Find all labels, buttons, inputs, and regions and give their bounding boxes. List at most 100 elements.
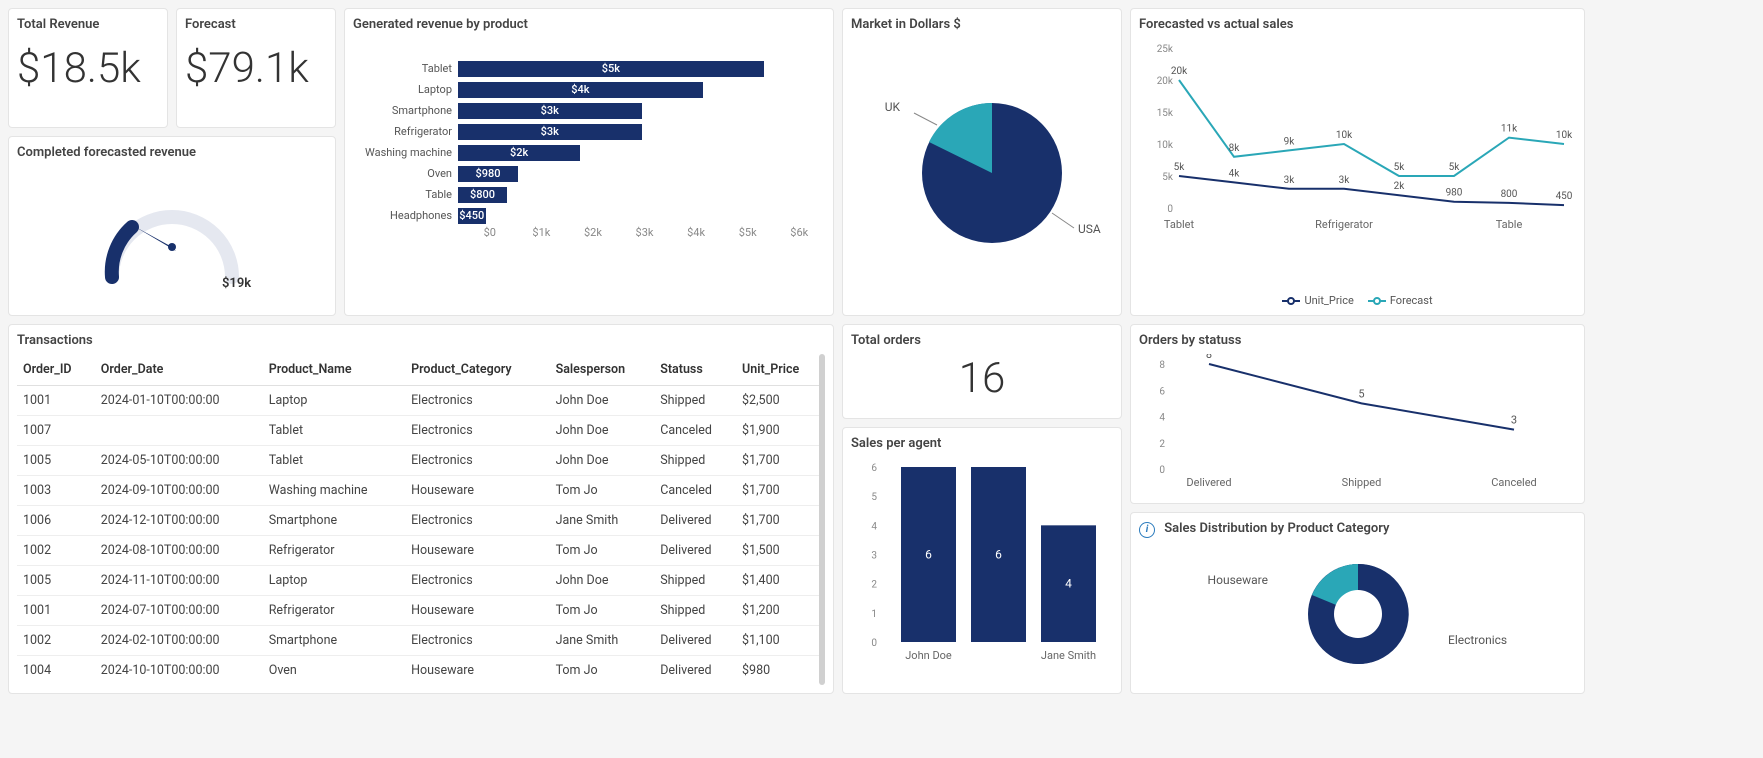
svg-text:1: 1 [871,609,877,620]
table-row[interactable]: 10062024-12-10T00:00:00SmartphoneElectro… [17,506,825,536]
svg-text:5: 5 [871,492,877,503]
svg-text:3: 3 [1511,414,1517,427]
svg-text:0: 0 [871,638,877,649]
kpi-forecast-card: Forecast $79.1k [176,8,336,128]
card-title: Forecasted vs actual sales [1139,17,1576,32]
svg-text:Houseware: Houseware [1207,573,1267,587]
column-header[interactable]: Product_Category [405,354,550,386]
bar-row: Refrigerator$3k [353,121,825,142]
bar-row: Smartphone$3k [353,100,825,121]
svg-text:10k: 10k [1336,130,1353,141]
orders-by-status-card: Orders by statuss 02468853DeliveredShipp… [1130,324,1585,504]
svg-text:20k: 20k [1171,66,1188,77]
donut-chart: Houseware Electronics [1148,544,1568,684]
card-title: Orders by statuss [1139,333,1576,348]
svg-text:9k: 9k [1284,136,1296,147]
svg-text:11k: 11k [1501,124,1518,135]
table-row[interactable]: 10052024-05-10T00:00:00TabletElectronics… [17,446,825,476]
forecast-vs-actual-card: Forecasted vs actual sales 05k10k15k20k2… [1130,8,1585,316]
table-header-row: Order_IDOrder_DateProduct_NameProduct_Ca… [17,354,825,386]
svg-text:UK: UK [885,100,901,114]
svg-text:5k: 5k [1174,162,1186,173]
column-header[interactable]: Product_Name [263,354,405,386]
svg-text:4: 4 [1159,413,1165,424]
svg-text:6: 6 [871,463,877,474]
sales-per-agent-card: Sales per agent 0123456664John DoeJane S… [842,427,1122,694]
svg-text:5k: 5k [1449,162,1461,173]
svg-text:Table: Table [1496,218,1523,231]
bar-row: Laptop$4k [353,79,825,100]
orders-status-chart: 02468853DeliveredShippedCanceled [1139,354,1576,498]
transactions-scroll[interactable]: Order_IDOrder_DateProduct_NameProduct_Ca… [17,354,825,685]
column-header[interactable]: Statuss [654,354,736,386]
sales-agent-chart: 0123456664John DoeJane Smith [851,457,1113,685]
table-row[interactable]: 10022024-02-10T00:00:00SmartphoneElectro… [17,626,825,656]
svg-text:Shipped: Shipped [1342,476,1382,489]
table-row[interactable]: 10042024-10-10T00:00:00OvenHousewareTom … [17,656,825,686]
svg-text:20k: 20k [1157,76,1174,87]
total-orders-card: Total orders 16 [842,324,1122,419]
total-orders-value: 16 [851,354,1113,403]
svg-text:800: 800 [1501,189,1518,200]
bar-row: Oven$980 [353,163,825,184]
kpi-title: Forecast [185,17,327,32]
svg-text:4: 4 [1065,577,1072,591]
forecast-line-chart: 05k10k15k20k25k5k4k3k3k2k98080045020k8k9… [1139,38,1576,290]
svg-text:2: 2 [871,580,877,591]
column-header[interactable]: Order_ID [17,354,95,386]
kpi-title: Total Revenue [17,17,159,32]
card-title: Completed forecasted revenue [17,145,327,160]
svg-text:John Doe: John Doe [905,649,952,662]
svg-text:Electronics: Electronics [1448,633,1507,647]
dashboard-grid: Total Revenue $18.5k Forecast $79.1k Com… [8,8,1755,694]
svg-text:Jane Smith: Jane Smith [1041,649,1096,662]
table-row[interactable]: 10032024-09-10T00:00:00Washing machineHo… [17,476,825,506]
column-header[interactable]: Unit_Price [736,354,825,386]
legend-forecast: Forecast [1368,294,1433,307]
svg-text:Tablet: Tablet [1164,218,1195,231]
market-pie-card: Market in Dollars $ UK USA [842,8,1122,316]
bar-row: Tablet$5k [353,58,825,79]
svg-text:15k: 15k [1157,108,1174,119]
svg-text:3k: 3k [1339,175,1351,186]
card-title: i Sales Distribution by Product Category [1139,521,1576,538]
svg-text:5k: 5k [1162,172,1174,183]
svg-text:6: 6 [925,548,932,562]
svg-text:3: 3 [871,551,877,562]
card-title: Sales per agent [851,436,1113,451]
svg-text:2: 2 [1159,439,1165,450]
transactions-table: Order_IDOrder_DateProduct_NameProduct_Ca… [17,354,825,685]
market-pie-chart: UK USA [852,63,1112,283]
svg-text:8k: 8k [1229,143,1241,154]
revenue-by-product-card: Generated revenue by product Tablet$5kLa… [344,8,834,316]
card-title: Transactions [17,333,825,348]
svg-text:10k: 10k [1157,140,1174,151]
column-header[interactable]: Salesperson [550,354,655,386]
svg-text:6: 6 [995,548,1002,562]
table-row[interactable]: 10012024-07-10T00:00:00RefrigeratorHouse… [17,596,825,626]
table-row[interactable]: 10022024-08-10T00:00:00RefrigeratorHouse… [17,536,825,566]
svg-text:4k: 4k [1229,168,1241,179]
table-row[interactable]: 1007TabletElectronicsJohn DoeCanceled$1,… [17,416,825,446]
gauge-label: $19k [222,276,251,291]
svg-text:0: 0 [1159,465,1165,476]
kpi-total-revenue-card: Total Revenue $18.5k [8,8,168,128]
kpi-value: $18.5k [17,44,159,93]
bar-row: Washing machine$2k [353,142,825,163]
svg-text:450: 450 [1556,191,1573,202]
table-row[interactable]: 10012024-01-10T00:00:00LaptopElectronics… [17,386,825,416]
kpi-value: $79.1k [185,44,327,93]
card-title: Generated revenue by product [353,17,825,32]
column-header[interactable]: Order_Date [95,354,263,386]
svg-text:5: 5 [1358,387,1364,400]
revenue-bar-chart: Tablet$5kLaptop$4kSmartphone$3kRefrigera… [353,38,825,307]
bar-row: Table$800 [353,184,825,205]
svg-text:Delivered: Delivered [1186,476,1231,489]
table-row[interactable]: 10052024-11-10T00:00:00LaptopElectronics… [17,566,825,596]
svg-text:25k: 25k [1157,44,1174,55]
svg-text:3k: 3k [1284,175,1296,186]
transactions-card: Transactions Order_IDOrder_DateProduct_N… [8,324,834,694]
bar-row: Headphones$450 [353,205,825,226]
svg-text:6: 6 [1159,386,1165,397]
info-icon[interactable]: i [1139,522,1155,538]
